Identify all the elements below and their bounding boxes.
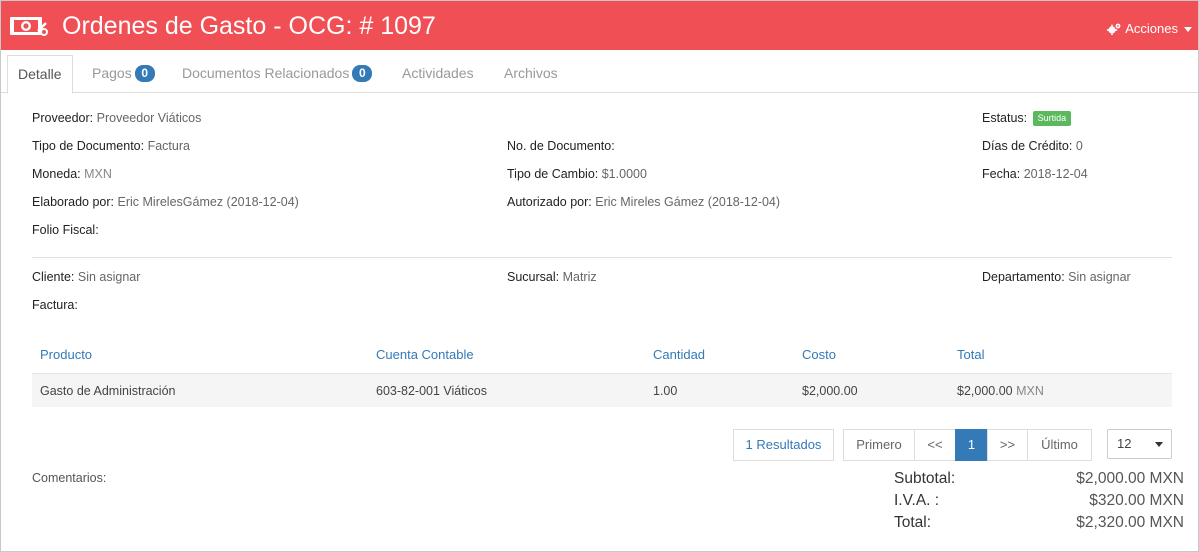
status-badge: Surtida xyxy=(1032,111,1072,126)
field-label: Días de Crédito: xyxy=(982,139,1073,153)
results-count: 1 Resultados xyxy=(733,429,834,461)
prev-page-button[interactable]: << xyxy=(914,429,956,461)
sucursal-field: Sucursal: Matriz xyxy=(507,269,597,285)
first-page-button[interactable]: Primero xyxy=(843,429,915,461)
last-page-button[interactable]: Último xyxy=(1027,429,1092,461)
column-header-total[interactable]: Total xyxy=(957,347,984,363)
autorizado-por-field: Autorizado por: Eric Mireles Gámez (2018… xyxy=(507,194,780,210)
field-label: Sucursal: xyxy=(507,270,560,284)
column-header-producto[interactable]: Producto xyxy=(40,347,92,363)
field-value: Matriz xyxy=(562,270,597,284)
field-label: Moneda: xyxy=(32,167,81,181)
tab-documentos-relacionados[interactable]: Documentos Relacionados 0 xyxy=(182,55,373,93)
factura-field: Factura: xyxy=(32,297,78,313)
tab-label: Documentos Relacionados xyxy=(182,65,350,81)
field-value: $1.0000 xyxy=(601,167,647,181)
actions-menu-button[interactable]: Acciones xyxy=(1107,21,1192,37)
field-value: Eric Mireles Gámez (2018-12-04) xyxy=(595,195,781,209)
dias-credito-field: Días de Crédito: 0 xyxy=(982,138,1083,154)
cell-costo: $2,000.00 xyxy=(802,384,858,398)
section-divider xyxy=(32,257,1172,258)
field-label: Proveedor: xyxy=(32,111,94,125)
tab-label: Archivos xyxy=(504,65,558,81)
page-1-button[interactable]: 1 xyxy=(955,429,988,461)
field-value: 2018-12-04 xyxy=(1023,167,1088,181)
field-label: Elaborado por: xyxy=(32,195,115,209)
subtotal-label: Subtotal: xyxy=(894,470,956,487)
subtotal-value: $2,000.00 MXN xyxy=(1076,470,1184,487)
field-value: Proveedor Viáticos xyxy=(96,111,202,125)
tab-actividades[interactable]: Actividades xyxy=(402,55,474,93)
departamento-field: Departamento: Sin asignar xyxy=(982,269,1131,285)
cliente-field: Cliente: Sin asignar xyxy=(32,269,140,285)
field-value: Sin asignar xyxy=(77,270,141,284)
column-header-cuenta-contable[interactable]: Cuenta Contable xyxy=(376,347,474,363)
tipo-cambio-field: Tipo de Cambio: $1.0000 xyxy=(507,166,647,182)
tab-label: Detalle xyxy=(18,66,62,82)
count-badge: 0 xyxy=(352,65,373,82)
page-title: Ordenes de Gasto - OCG: # 1097 xyxy=(62,12,436,40)
cell-cantidad: 1.00 xyxy=(653,384,678,398)
field-value: Sin asignar xyxy=(1068,270,1131,284)
cell-producto: Gasto de Administración xyxy=(40,384,176,398)
count-badge: 0 xyxy=(134,65,155,82)
field-label: Tipo de Cambio: xyxy=(507,167,599,181)
field-label: Factura: xyxy=(32,298,78,312)
folio-fiscal-field: Folio Fiscal: xyxy=(32,222,99,238)
caret-down-icon xyxy=(1184,26,1192,32)
cell-total: $2,000.00 MXN xyxy=(957,383,1044,399)
tipo-documento-field: Tipo de Documento: Factura xyxy=(32,138,190,154)
column-header-cantidad[interactable]: Cantidad xyxy=(653,347,705,363)
field-label: Folio Fiscal: xyxy=(32,223,99,237)
field-value: 0 xyxy=(1075,139,1083,153)
total-label: Total: xyxy=(894,514,932,531)
tab-detalle[interactable]: Detalle xyxy=(7,55,73,94)
tab-bar: Detalle Pagos 0 Documentos Relacionados 0 … xyxy=(1,50,1198,94)
column-header-costo[interactable]: Costo xyxy=(802,347,836,363)
iva-value: $320.00 MXN xyxy=(1089,492,1184,509)
money-bill-icon xyxy=(8,14,48,38)
page-size-value: 12 xyxy=(1117,436,1132,451)
field-label: Autorizado por: xyxy=(507,195,592,209)
field-value: Eric MirelesGámez (2018-12-04) xyxy=(117,195,299,209)
iva-label: I.V.A. : xyxy=(894,492,940,509)
tab-archivos[interactable]: Archivos xyxy=(504,55,558,93)
total-value: $2,320.00 MXN xyxy=(1076,514,1184,531)
comments-label: Comentarios: xyxy=(32,471,107,485)
tab-label: Pagos xyxy=(92,65,132,81)
field-label: No. de Documento: xyxy=(507,139,615,153)
next-page-button[interactable]: >> xyxy=(987,429,1028,461)
no-documento-field: No. de Documento: xyxy=(507,138,615,154)
gears-icon xyxy=(1107,23,1121,36)
fecha-field: Fecha: 2018-12-04 xyxy=(982,166,1088,182)
cell-cuenta-contable: 603-82-001 Viáticos xyxy=(376,384,487,398)
page-header: Ordenes de Gasto - OCG: # 1097 Acciones xyxy=(1,1,1198,50)
field-value: MXN xyxy=(84,167,112,181)
field-label: Fecha: xyxy=(982,167,1021,181)
page-size-select[interactable]: 12 xyxy=(1107,429,1172,459)
proveedor-field: Proveedor: Proveedor Viáticos xyxy=(32,110,201,126)
field-value: Factura xyxy=(147,139,190,153)
actions-label: Acciones xyxy=(1125,21,1178,36)
field-label: Tipo de Documento: xyxy=(32,139,145,153)
field-label: Departamento: xyxy=(982,270,1065,284)
cell-total-currency: MXN xyxy=(1016,384,1044,398)
tab-label: Actividades xyxy=(402,65,474,81)
moneda-field: Moneda: MXN xyxy=(32,166,112,182)
field-label: Estatus: xyxy=(982,111,1028,125)
estatus-field: Estatus: Surtida xyxy=(982,110,1072,126)
chevron-down-icon xyxy=(1155,442,1163,447)
tab-pagos[interactable]: Pagos 0 xyxy=(92,55,155,93)
cell-total-amount: $2,000.00 xyxy=(957,384,1013,398)
page-frame: Ordenes de Gasto - OCG: # 1097 Acciones … xyxy=(0,0,1199,552)
elaborado-por-field: Elaborado por: Eric MirelesGámez (2018-1… xyxy=(32,194,299,210)
field-label: Cliente: xyxy=(32,270,75,284)
